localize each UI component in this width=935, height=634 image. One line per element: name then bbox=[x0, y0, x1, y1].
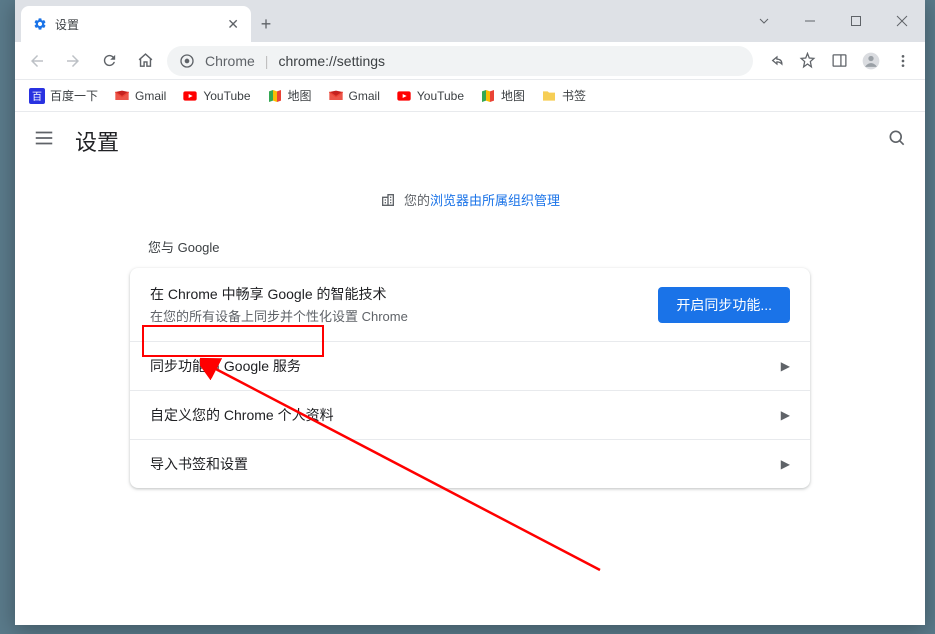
window-controls bbox=[741, 0, 925, 42]
home-button[interactable] bbox=[131, 47, 159, 75]
building-icon bbox=[380, 192, 396, 208]
close-tab-icon[interactable]: ✕ bbox=[227, 16, 239, 33]
sync-subtitle: 在您的所有设备上同步并个性化设置 Chrome bbox=[150, 306, 408, 325]
bookmark-item[interactable]: 书签 bbox=[535, 82, 592, 110]
address-bar: Chrome | chrome://settings bbox=[15, 42, 925, 80]
section-label: 您与 Google bbox=[130, 237, 810, 256]
gmail-icon bbox=[114, 88, 130, 104]
bookmark-label: YouTube bbox=[203, 89, 250, 103]
bookmark-item[interactable]: Gmail bbox=[322, 82, 386, 110]
hamburger-icon[interactable] bbox=[33, 127, 57, 154]
bookmark-label: 地图 bbox=[501, 87, 525, 104]
chevron-right-icon: ▶ bbox=[781, 408, 790, 422]
page-title: 设置 bbox=[75, 125, 119, 157]
search-icon[interactable] bbox=[887, 128, 907, 153]
bookmark-item[interactable]: 地图 bbox=[261, 82, 318, 110]
titlebar: 设置 ✕ + bbox=[15, 0, 925, 42]
managed-link[interactable]: 浏览器由所属组织管理 bbox=[430, 193, 560, 208]
sync-title: 在 Chrome 中畅享 Google 的智能技术 bbox=[150, 284, 408, 304]
bookmark-item[interactable]: 地图 bbox=[474, 82, 531, 110]
youtube-icon bbox=[182, 88, 198, 104]
managed-prefix: 您的 bbox=[404, 193, 430, 208]
folder-icon bbox=[541, 88, 557, 104]
row-import-bookmarks[interactable]: 导入书签和设置 ▶ bbox=[130, 439, 810, 488]
chevron-right-icon: ▶ bbox=[781, 359, 790, 373]
baidu-icon: 百 bbox=[29, 88, 45, 104]
chrome-icon bbox=[179, 53, 195, 69]
enable-sync-button[interactable]: 开启同步功能... bbox=[658, 287, 790, 323]
chevron-down-icon[interactable] bbox=[741, 0, 787, 42]
row-label: 自定义您的 Chrome 个人资料 bbox=[150, 405, 334, 425]
bookmark-item[interactable]: 百百度一下 bbox=[23, 82, 104, 110]
maximize-button[interactable] bbox=[833, 0, 879, 42]
bookmark-star-icon[interactable] bbox=[793, 47, 821, 75]
menu-icon[interactable] bbox=[889, 47, 917, 75]
bookmark-label: YouTube bbox=[417, 89, 464, 103]
browser-window: 设置 ✕ + Chrome | chrome://settings bbox=[15, 0, 925, 625]
share-icon[interactable] bbox=[761, 47, 789, 75]
bookmarks-bar: 百百度一下 Gmail YouTube 地图 Gmail YouTube 地图 书签 bbox=[15, 80, 925, 112]
back-button[interactable] bbox=[23, 47, 51, 75]
address-url: chrome://settings bbox=[278, 53, 385, 69]
side-panel-icon[interactable] bbox=[825, 47, 853, 75]
minimize-button[interactable] bbox=[787, 0, 833, 42]
forward-button[interactable] bbox=[59, 47, 87, 75]
maps-icon bbox=[267, 88, 283, 104]
gmail-icon bbox=[328, 88, 344, 104]
row-label: 导入书签和设置 bbox=[150, 454, 248, 474]
profile-icon[interactable] bbox=[857, 47, 885, 75]
bookmark-label: Gmail bbox=[135, 89, 166, 103]
bookmark-label: Gmail bbox=[349, 89, 380, 103]
maps-icon bbox=[480, 88, 496, 104]
new-tab-button[interactable]: + bbox=[251, 6, 281, 42]
bookmark-label: 书签 bbox=[562, 87, 586, 104]
row-sync-services[interactable]: 同步功能和 Google 服务 ▶ bbox=[130, 341, 810, 390]
reload-button[interactable] bbox=[95, 47, 123, 75]
browser-tab[interactable]: 设置 ✕ bbox=[21, 6, 251, 42]
gear-icon bbox=[33, 17, 47, 31]
address-prefix: Chrome bbox=[205, 53, 255, 69]
row-customize-profile[interactable]: 自定义您的 Chrome 个人资料 ▶ bbox=[130, 390, 810, 439]
bookmark-label: 百度一下 bbox=[50, 87, 98, 104]
bookmark-label: 地图 bbox=[288, 87, 312, 104]
omnibox[interactable]: Chrome | chrome://settings bbox=[167, 46, 753, 76]
bookmark-item[interactable]: YouTube bbox=[390, 82, 470, 110]
bookmark-item[interactable]: YouTube bbox=[176, 82, 256, 110]
sync-card: 在 Chrome 中畅享 Google 的智能技术 在您的所有设备上同步并个性化… bbox=[130, 268, 810, 488]
settings-page: 设置 您的浏览器由所属组织管理 您与 Google 在 Chrome 中畅享 G… bbox=[15, 112, 925, 625]
row-label: 同步功能和 Google 服务 bbox=[150, 356, 301, 376]
managed-notice: 您的浏览器由所属组织管理 bbox=[15, 190, 925, 209]
close-window-button[interactable] bbox=[879, 0, 925, 42]
bookmark-item[interactable]: Gmail bbox=[108, 82, 172, 110]
chevron-right-icon: ▶ bbox=[781, 457, 790, 471]
tab-title: 设置 bbox=[55, 16, 79, 33]
youtube-icon bbox=[396, 88, 412, 104]
